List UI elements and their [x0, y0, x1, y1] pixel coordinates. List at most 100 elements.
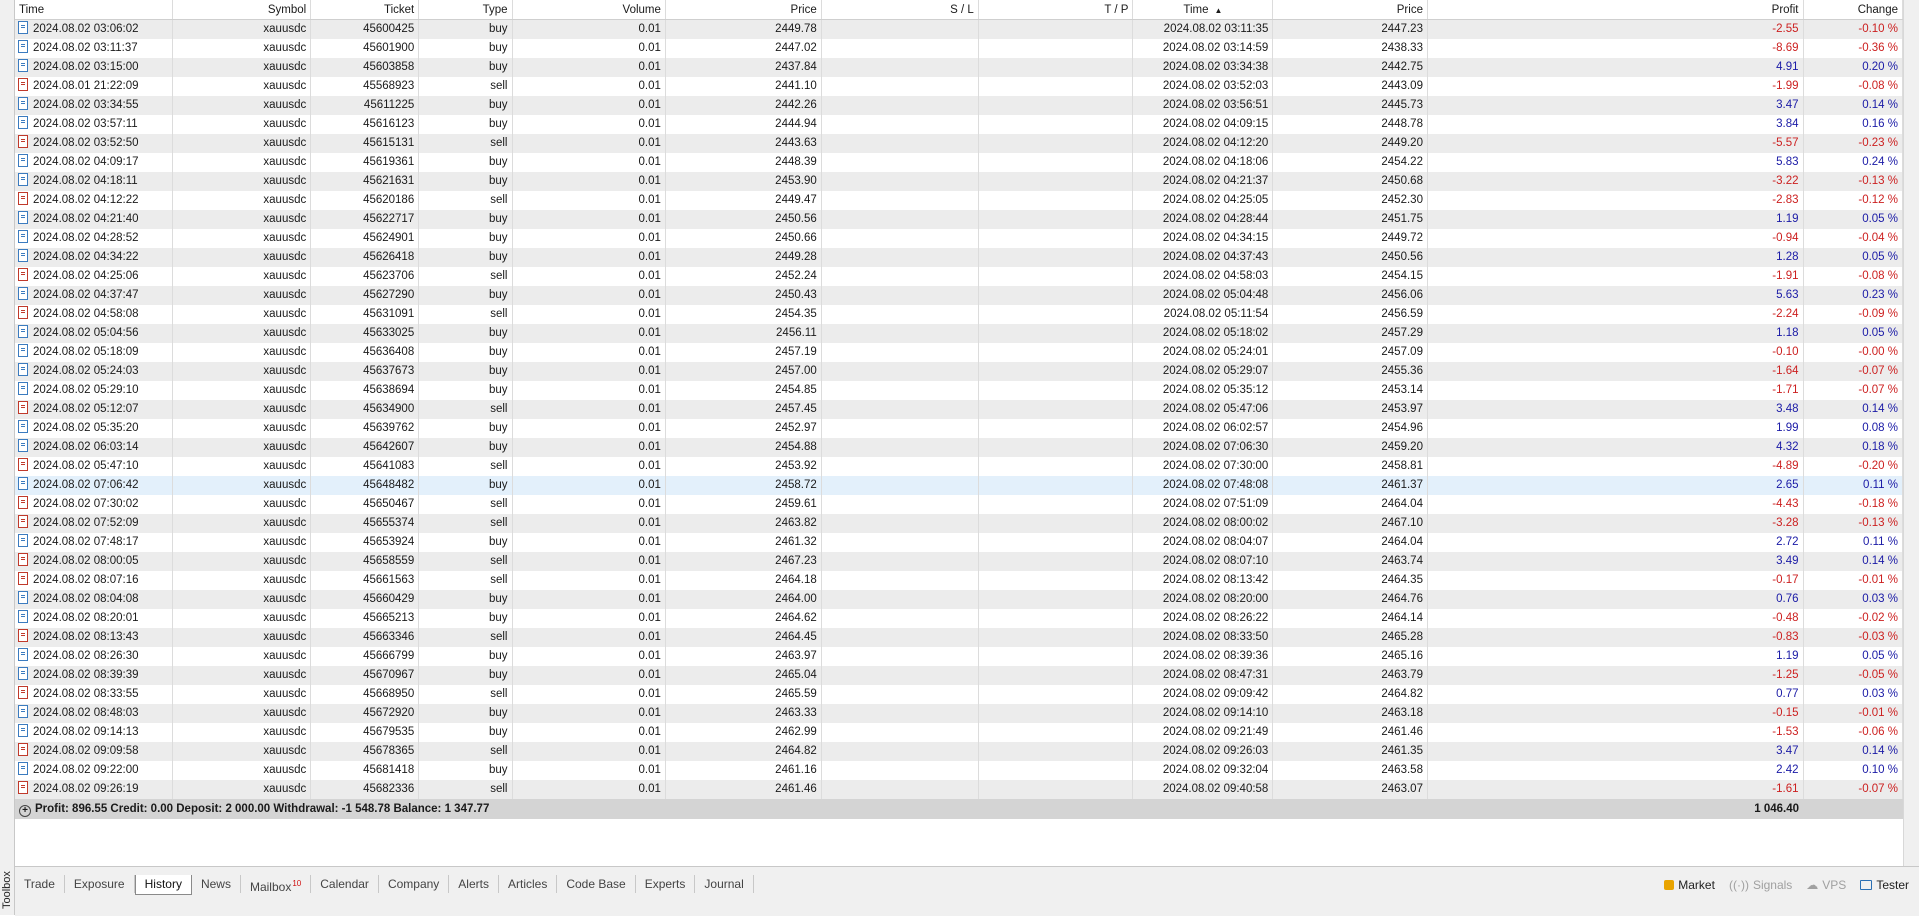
tab-experts[interactable]: Experts — [636, 875, 696, 893]
cell-sl — [821, 153, 979, 172]
table-row[interactable]: 2024.08.02 04:18:11 xauusdc 45621631 buy 0.0… — [15, 172, 1903, 191]
table-row[interactable]: 2024.08.02 07:06:42 xauusdc 45648482 buy 0.0… — [15, 476, 1903, 495]
tab-code-base[interactable]: Code Base — [557, 875, 636, 893]
cell-ticket: 45670967 — [310, 666, 420, 685]
table-row[interactable]: 2024.08.02 08:20:01 xauusdc 45665213 buy 0.0… — [15, 609, 1903, 628]
tab-alerts[interactable]: Alerts — [449, 875, 499, 893]
table-row[interactable]: 2024.08.02 03:57:11 xauusdc 45616123 buy 0.0… — [15, 115, 1903, 134]
table-row[interactable]: 2024.08.02 07:52:09 xauusdc 45655374 sell 0.… — [15, 514, 1903, 533]
table-row[interactable]: 2024.08.02 05:24:03 xauusdc 45637673 buy 0.0… — [15, 362, 1903, 381]
table-row[interactable]: 2024.08.02 04:09:17 xauusdc 45619361 buy 0.0… — [15, 153, 1903, 172]
cell-change: 0.14 % — [1803, 742, 1903, 761]
tab-company[interactable]: Company — [379, 875, 450, 893]
table-row[interactable]: 2024.08.02 04:25:06 xauusdc 45623706 sell 0.… — [15, 267, 1903, 286]
cell-open-price: 2456.11 — [665, 324, 822, 343]
toolbox-strip[interactable]: Toolbox — [0, 0, 15, 915]
tab-journal[interactable]: Journal — [695, 875, 754, 893]
cell-ticket: 45668950 — [310, 685, 420, 704]
table-row[interactable]: 2024.08.02 05:47:10 xauusdc 45641083 sell 0.… — [15, 457, 1903, 476]
col-header-open-price[interactable]: Price — [665, 0, 822, 20]
tab-news[interactable]: News — [192, 875, 241, 893]
col-header-change[interactable]: Change — [1803, 0, 1903, 20]
table-row[interactable]: 2024.08.02 05:04:56 xauusdc 45633025 buy 0.0… — [15, 324, 1903, 343]
table-row[interactable]: 2024.08.02 08:48:03 xauusdc 45672920 buy 0.0… — [15, 704, 1903, 723]
expand-plus-icon[interactable]: + — [19, 804, 31, 817]
table-row[interactable]: 2024.08.02 07:48:17 xauusdc 45653924 buy 0.0… — [15, 533, 1903, 552]
table-row[interactable]: 2024.08.02 08:00:05 xauusdc 45658559 sell 0.… — [15, 552, 1903, 571]
cell-change: -0.08 % — [1803, 77, 1903, 96]
table-row[interactable]: 2024.08.02 03:34:55 xauusdc 45611225 buy 0.0… — [15, 96, 1903, 115]
table-row[interactable]: 2024.08.02 09:14:13 xauusdc 45679535 buy 0.0… — [15, 723, 1903, 742]
col-header-volume[interactable]: Volume — [512, 0, 666, 20]
col-header-ticket[interactable]: Ticket — [310, 0, 420, 20]
tab-mailbox[interactable]: Mailbox10 — [241, 875, 312, 894]
table-row[interactable]: 2024.08.02 03:52:50 xauusdc 45615131 sell 0.… — [15, 134, 1903, 153]
col-header-open-time[interactable]: Time — [15, 0, 173, 20]
table-row[interactable]: 2024.08.02 05:18:09 xauusdc 45636408 buy 0.0… — [15, 343, 1903, 362]
cell-tp — [978, 229, 1134, 248]
cell-symbol: xauusdc — [172, 780, 312, 799]
table-row[interactable]: 2024.08.02 04:34:22 xauusdc 45626418 buy 0.0… — [15, 248, 1903, 267]
table-row[interactable]: 2024.08.02 08:26:30 xauusdc 45666799 buy 0.0… — [15, 647, 1903, 666]
table-row[interactable]: 2024.08.02 09:09:58 xauusdc 45678365 sell 0.… — [15, 742, 1903, 761]
tab-exposure[interactable]: Exposure — [65, 875, 135, 893]
table-row[interactable]: 2024.08.02 04:28:52 xauusdc 45624901 buy 0.0… — [15, 229, 1903, 248]
table-row[interactable]: 2024.08.02 09:26:19 xauusdc 45682336 sell 0.… — [15, 780, 1903, 799]
table-row[interactable]: 2024.08.02 08:04:08 xauusdc 45660429 buy 0.0… — [15, 590, 1903, 609]
col-header-close-price[interactable]: Price — [1272, 0, 1428, 20]
col-header-symbol[interactable]: Symbol — [172, 0, 312, 20]
cell-type: buy — [418, 248, 513, 267]
table-row[interactable]: 2024.08.02 05:35:20 xauusdc 45639762 buy 0.0… — [15, 419, 1903, 438]
col-header-tp[interactable]: T / P — [978, 0, 1134, 20]
table-row[interactable]: 2024.08.01 21:22:09 xauusdc 45568923 sell 0.… — [15, 77, 1903, 96]
tab-history[interactable]: History — [134, 875, 192, 895]
tab-trade[interactable]: Trade — [15, 875, 65, 893]
vertical-scrollbar[interactable] — [1903, 0, 1919, 866]
cell-open-price: 2457.45 — [665, 400, 822, 419]
cell-close-time: 2024.08.02 08:20:00 — [1132, 590, 1274, 609]
cell-profit: -1.61 — [1427, 780, 1804, 799]
vps-button[interactable]: ☁ VPS — [1806, 878, 1846, 892]
sell-deal-icon — [18, 629, 28, 642]
cell-type: sell — [418, 552, 513, 571]
table-row[interactable]: 2024.08.02 04:37:47 xauusdc 45627290 buy 0.0… — [15, 286, 1903, 305]
cell-change: 0.03 % — [1803, 685, 1903, 704]
cell-open-price: 2462.99 — [665, 723, 822, 742]
signals-button[interactable]: ((·)) Signals — [1729, 878, 1792, 892]
cell-open-price: 2449.47 — [665, 191, 822, 210]
col-header-profit[interactable]: Profit — [1427, 0, 1804, 20]
cell-symbol: xauusdc — [172, 58, 312, 77]
tab-articles[interactable]: Articles — [499, 875, 558, 893]
table-row[interactable]: 2024.08.02 03:06:02 xauusdc 45600425 buy 0.0… — [15, 19, 1903, 39]
col-header-close-time[interactable]: Time ▲ — [1132, 0, 1274, 20]
cell-tp — [978, 419, 1134, 438]
market-button[interactable]: Market — [1664, 878, 1715, 892]
table-row[interactable]: 2024.08.02 04:21:40 xauusdc 45622717 buy 0.0… — [15, 210, 1903, 229]
table-row[interactable]: 2024.08.02 05:12:07 xauusdc 45634900 sell 0.… — [15, 400, 1903, 419]
tab-calendar[interactable]: Calendar — [311, 875, 379, 893]
table-row[interactable]: 2024.08.02 03:11:37 xauusdc 45601900 buy 0.0… — [15, 39, 1903, 58]
table-row[interactable]: 2024.08.02 08:13:43 xauusdc 45663346 sell 0.… — [15, 628, 1903, 647]
table-row[interactable]: 2024.08.02 07:30:02 xauusdc 45650467 sell 0.… — [15, 495, 1903, 514]
table-row[interactable]: 2024.08.02 04:58:08 xauusdc 45631091 sell 0.… — [15, 305, 1903, 324]
table-row[interactable]: 2024.08.02 08:33:55 xauusdc 45668950 sell 0.… — [15, 685, 1903, 704]
col-header-type[interactable]: Type — [418, 0, 513, 20]
table-row[interactable]: 2024.08.02 08:39:39 xauusdc 45670967 buy 0.0… — [15, 666, 1903, 685]
cell-volume: 0.01 — [512, 58, 666, 77]
cell-change: -0.06 % — [1803, 723, 1903, 742]
table-row[interactable]: 2024.08.02 09:22:00 xauusdc 45681418 buy 0.0… — [15, 761, 1903, 780]
cell-open-price: 2448.39 — [665, 153, 822, 172]
table-row[interactable]: 2024.08.02 04:12:22 xauusdc 45620186 sell 0.… — [15, 191, 1903, 210]
table-row[interactable]: 2024.08.02 08:07:16 xauusdc 45661563 sell 0.… — [15, 571, 1903, 590]
cell-close-price: 2454.15 — [1272, 267, 1428, 286]
table-row[interactable]: 2024.08.02 06:03:14 xauusdc 45642607 buy 0.0… — [15, 438, 1903, 457]
table-row[interactable]: 2024.08.02 05:29:10 xauusdc 45638694 buy 0.0… — [15, 381, 1903, 400]
col-header-sl[interactable]: S / L — [821, 0, 979, 20]
table-row[interactable]: 2024.08.02 03:15:00 xauusdc 45603858 buy 0.0… — [15, 58, 1903, 77]
tester-button[interactable]: Tester — [1860, 878, 1909, 892]
cell-volume: 0.01 — [512, 248, 666, 267]
cell-close-time: 2024.08.02 04:58:03 — [1132, 267, 1274, 286]
cell-profit: 4.91 — [1427, 58, 1804, 77]
cell-sl — [821, 134, 979, 153]
buy-deal-icon — [18, 382, 28, 395]
